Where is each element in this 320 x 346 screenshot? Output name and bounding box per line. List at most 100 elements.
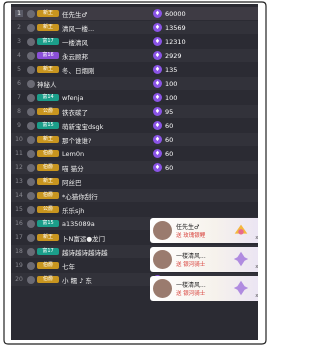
contribution-value: ♦ 2929 (153, 51, 182, 61)
ranking-row-6[interactable]: 6 神秘人 ♦ 100 (11, 77, 258, 90)
avatar[interactable] (27, 149, 35, 158)
gift-count: x1 (255, 293, 258, 299)
level-badge: 新王 (37, 178, 59, 186)
ranking-row-4[interactable]: 4 富16 永云顾邦 ♦ 2929 (11, 49, 258, 62)
user-name[interactable]: 冬、日烟刚 (62, 65, 162, 75)
user-name[interactable]: 喵 猫分 (62, 163, 162, 173)
level-badge: 伯爵 (37, 276, 59, 284)
contribution-value: ♦ 60 (153, 149, 174, 159)
diamond-icon: ♦ (153, 135, 162, 145)
rank-number: 12 (15, 164, 23, 172)
rank-number: 20 (15, 276, 23, 284)
gift-notification[interactable]: 一楼清风... 送 银河骑士 x1 (150, 247, 258, 272)
user-name[interactable]: 萌新宝宝dsgk (62, 121, 162, 131)
ranking-row-3[interactable]: 3 富17 一楼清风 ♦ 12310 (11, 35, 258, 48)
rank-number: 19 (15, 262, 23, 270)
ranking-row-15[interactable]: 15 公爵 乐乐sjh (11, 203, 258, 216)
level-badge: 富15 (37, 122, 59, 130)
user-name[interactable]: 清风一楼... (62, 23, 162, 33)
contribution-value: ♦ 60000 (153, 9, 186, 19)
avatar[interactable] (27, 135, 35, 144)
user-name[interactable]: Lem0n (62, 150, 162, 158)
avatar[interactable] (27, 191, 35, 200)
user-name[interactable]: 任先生♂ (62, 9, 162, 19)
user-name[interactable]: 小 糯 ♪ 东 (62, 275, 162, 285)
contribution-value: ♦ 12310 (153, 37, 186, 47)
level-badge: 新王 (37, 234, 59, 242)
avatar[interactable] (27, 93, 35, 102)
ranking-row-9[interactable]: 9 富15 萌新宝宝dsgk ♦ 60 (11, 119, 258, 132)
user-name[interactable]: wfenja (62, 94, 162, 102)
level-badge: 公爵 (37, 108, 59, 116)
rank-number: 18 (15, 248, 23, 256)
avatar[interactable] (27, 9, 35, 18)
diamond-icon: ♦ (153, 93, 162, 103)
user-name[interactable]: 乐乐sjh (62, 205, 162, 215)
avatar[interactable] (27, 261, 35, 270)
avatar[interactable] (27, 79, 35, 88)
gift-icon (234, 224, 248, 235)
avatar[interactable] (27, 23, 35, 32)
rank-number: 15 (15, 206, 23, 214)
user-name[interactable]: 阿丝巴 (62, 177, 162, 187)
level-badge: 新王 (37, 136, 59, 144)
ranking-row-2[interactable]: 2 新王 清风一楼... ♦ 13569 (11, 21, 258, 34)
avatar[interactable] (27, 163, 35, 172)
ranking-row-5[interactable]: 5 新王 冬、日烟刚 ♦ 135 (11, 63, 258, 76)
user-name[interactable]: 七年 (62, 261, 162, 271)
rank-number: 2 (17, 24, 21, 32)
user-name[interactable]: *心猫你刮行 (62, 191, 162, 201)
level-badge: 伯爵 (37, 262, 59, 270)
user-name[interactable]: 一楼清风 (62, 37, 162, 47)
diamond-icon: ♦ (153, 37, 162, 47)
ranking-row-10[interactable]: 10 新王 那个谁谁? ♦ 60 (11, 133, 258, 146)
avatar[interactable] (27, 121, 35, 130)
ranking-row-11[interactable]: 11 伯爵 Lem0n ♦ 60 (11, 147, 258, 160)
user-name[interactable]: 铁衣碳了 (62, 107, 162, 117)
avatar[interactable] (27, 233, 35, 242)
level-badge: 富15 (37, 220, 59, 228)
avatar[interactable] (27, 219, 35, 228)
avatar[interactable] (27, 37, 35, 46)
avatar[interactable] (27, 107, 35, 116)
gift-notification-stack: 任先生♂ 送 玫瑰银鲤 x1 一楼清风... 送 银河骑士 x1 (150, 218, 258, 301)
diamond-icon: ♦ (153, 79, 162, 89)
user-name[interactable]: 永云顾邦 (62, 51, 162, 61)
gift-notification[interactable]: 一楼清风... 送 银河骑士 x1 (150, 276, 258, 301)
user-name[interactable]: 那个谁谁? (62, 135, 162, 145)
user-name[interactable]: a135089a (62, 220, 162, 228)
ranking-row-12[interactable]: 12 伯爵 喵 猫分 ♦ 60 (11, 161, 258, 174)
ranking-row-14[interactable]: 14 伯爵 *心猫你刮行 (11, 189, 258, 202)
avatar[interactable] (27, 247, 35, 256)
ranking-row-13[interactable]: 13 新王 阿丝巴 (11, 175, 258, 188)
diamond-icon: ♦ (153, 9, 162, 19)
gift-count: x1 (255, 235, 258, 241)
avatar[interactable] (27, 205, 35, 214)
avatar (153, 279, 172, 298)
rank-number: 9 (17, 122, 21, 130)
contribution-ranking-list[interactable]: 1 新王 任先生♂ ♦ 60000 2 新王 清风一楼... ♦ 13569 3 富… (11, 4, 258, 340)
avatar[interactable] (27, 51, 35, 60)
ranking-row-7[interactable]: 7 富14 wfenja ♦ 100 (11, 91, 258, 104)
gift-icon (233, 251, 249, 267)
diamond-icon: ♦ (153, 65, 162, 75)
diamond-icon: ♦ (153, 51, 162, 61)
level-badge: 新王 (37, 10, 59, 18)
user-name[interactable]: 越诗越诗越诗越 (62, 247, 162, 257)
user-name[interactable]: 神秘人 (37, 79, 137, 89)
avatar[interactable] (27, 177, 35, 186)
contribution-value: ♦ 13569 (153, 23, 186, 33)
ranking-row-8[interactable]: 8 公爵 铁衣碳了 ♦ 95 (11, 105, 258, 118)
gift-notification[interactable]: 任先生♂ 送 玫瑰银鲤 x1 (150, 218, 258, 243)
user-name[interactable]: 卜N富运●龙门 (62, 233, 162, 243)
rank-number: 8 (17, 108, 21, 116)
avatar[interactable] (27, 65, 35, 74)
rank-number: 13 (15, 178, 23, 186)
rank-number: 6 (17, 80, 21, 88)
avatar[interactable] (27, 275, 35, 284)
diamond-icon: ♦ (153, 149, 162, 159)
ranking-row-1[interactable]: 1 新王 任先生♂ ♦ 60000 (11, 7, 258, 21)
rank-number: 10 (15, 136, 23, 144)
diamond-icon: ♦ (153, 107, 162, 117)
rank-number: 14 (15, 192, 23, 200)
